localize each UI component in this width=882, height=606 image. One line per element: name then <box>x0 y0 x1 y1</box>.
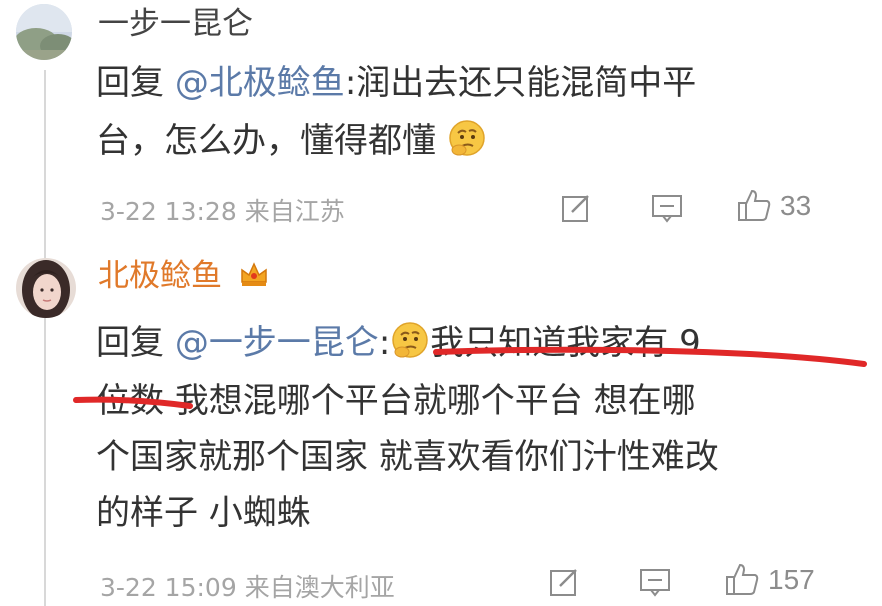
comment-text-line-3: 个国家就那个国家 就喜欢看你们汁性难改 <box>96 432 719 482</box>
thinking-emoji-icon <box>447 118 487 172</box>
comment-text: :润出去还只能混简中平 <box>344 63 697 103</box>
crown-badge-icon <box>238 258 270 300</box>
comment-meta: 3-22 13:28 来自江苏 <box>100 192 345 228</box>
comment-text: : <box>378 323 391 363</box>
avatar[interactable] <box>16 258 76 318</box>
thumbs-up-icon <box>738 189 771 221</box>
username[interactable]: 一步一昆仑 <box>98 4 253 44</box>
thumbs-up-icon <box>726 563 759 595</box>
comment-text: 台，怎么办，懂得都懂 <box>96 121 436 161</box>
like-button[interactable]: 33 <box>736 186 811 226</box>
location: 来自江苏 <box>244 197 345 226</box>
edit-icon <box>562 195 589 222</box>
like-count: 157 <box>768 564 815 595</box>
like-button[interactable]: 157 <box>724 560 815 600</box>
location: 来自澳大利亚 <box>244 573 395 602</box>
reply-button[interactable] <box>650 188 684 228</box>
comment-meta: 3-22 15:09 来自澳大利亚 <box>100 568 395 604</box>
forward-button[interactable] <box>548 562 580 602</box>
reply-prefix: 回复 <box>96 63 175 103</box>
comment-icon <box>640 569 670 597</box>
comment-2: 北极鲶鱼 回复 @一步一昆仑: 我只知道我家有 9 位数 我想混哪个平台就哪个平… <box>0 246 882 606</box>
comment-text-line-2: 台，怎么办，懂得都懂 <box>96 116 487 172</box>
edit-icon <box>550 569 577 596</box>
timestamp: 3-22 13:28 <box>100 197 237 226</box>
thinking-emoji-icon <box>390 320 430 374</box>
red-underline-annotation <box>73 396 193 409</box>
avatar[interactable] <box>16 4 72 60</box>
username[interactable]: 北极鲶鱼 <box>98 256 270 300</box>
comment-text-line-4: 的样子 小蜘蛛 <box>96 488 311 538</box>
forward-button[interactable] <box>560 188 592 228</box>
comment-text: 个国家就那个国家 就喜欢看你们汁性难改 <box>96 437 719 477</box>
mention-link[interactable]: @一步一昆仑 <box>175 323 379 363</box>
comment-icon <box>652 195 682 223</box>
timestamp: 3-22 15:09 <box>100 573 237 602</box>
comment-text: 的样子 小蜘蛛 <box>96 493 311 533</box>
comment-1: 一步一昆仑 回复 @北极鲶鱼:润出去还只能混简中平 台，怎么办，懂得都懂 3-2… <box>0 0 882 240</box>
comment-text-line-1: 回复 @北极鲶鱼:润出去还只能混简中平 <box>96 58 696 108</box>
mention-link[interactable]: @北极鲶鱼 <box>175 63 345 103</box>
reply-button[interactable] <box>638 562 672 602</box>
like-count: 33 <box>780 190 812 221</box>
red-underline-annotation <box>433 346 867 367</box>
reply-prefix: 回复 <box>96 323 175 363</box>
